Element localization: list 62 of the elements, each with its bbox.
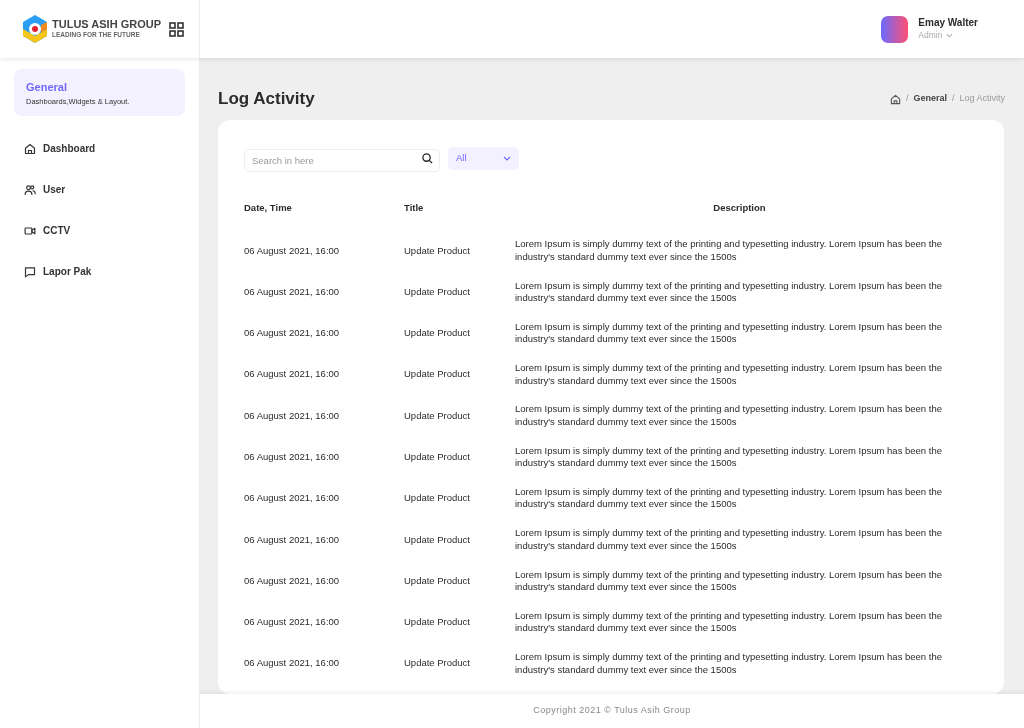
table-cell-text: 06 August 2021, 16:00	[244, 243, 341, 258]
brand-name: TULUS ASIH GROUP	[52, 18, 161, 31]
avatar	[881, 15, 909, 43]
search-icon	[422, 153, 433, 164]
breadcrumb-current: Log Activity	[959, 92, 1005, 106]
table-cell-text: 06 August 2021, 16:00	[244, 615, 341, 630]
table-cell-text: 06 August 2021, 16:00	[244, 573, 341, 588]
table-cell-text: Update Product	[404, 491, 471, 506]
home-icon	[24, 142, 36, 155]
table-cell-text: Lorem Ipsum is simply dummy text of the printing and typesetting industry. Lorem Ipsum has been the industry's standard dummy text ever since the 1500s	[515, 238, 943, 263]
table-cell-text: Lorem Ipsum is simply dummy text of the printing and typesetting industry. Lorem Ipsum has been the industry's standard dummy text ever since the 1500s	[515, 568, 943, 594]
table-cell-text: 06 August 2021, 16:00	[244, 408, 341, 423]
home-icon[interactable]	[889, 93, 901, 105]
table-cell-text: 06 August 2021, 16:00	[244, 284, 341, 299]
video-camera-icon	[24, 224, 36, 237]
table-cell-text: Lorem Ipsum is simply dummy text of the printing and typesetting industry. Lorem Ipsum has been the industry's standard dummy text ever since the 1500s	[515, 444, 943, 470]
table-cell-text: 06 August 2021, 16:00	[244, 326, 341, 341]
chat-icon	[24, 265, 36, 278]
copyright-text: Copyright 2021 © Tulus Asih Group	[533, 704, 691, 718]
table-cell-text: Lorem Ipsum is simply dummy text of the printing and typesetting industry. Lorem Ipsum has been the industry's standard dummy text ever since the 1500s	[515, 320, 943, 346]
table-cell-text: 06 August 2021, 16:00	[244, 450, 341, 464]
table-cell-text: 06 August 2021, 16:00	[244, 491, 341, 506]
users-icon	[24, 183, 36, 196]
table-cell-text: Update Product	[404, 408, 471, 423]
section-title: General	[26, 80, 68, 95]
table-cell-text: 06 August 2021, 16:00	[244, 532, 341, 547]
sidebar-item[interactable]: CCTV	[14, 210, 185, 251]
table-cell-text: Lorem Ipsum is simply dummy text of the printing and typesetting industry. Lorem Ipsum has been the industry's standard dummy text ever since the 1500s	[515, 403, 943, 429]
table-cell-text: Update Product	[404, 615, 471, 630]
table-cell-text: 06 August 2021, 16:00	[244, 367, 341, 382]
table-cell-text: Update Product	[404, 656, 471, 671]
table-cell-text: Update Product	[404, 573, 471, 588]
grid-icon[interactable]	[169, 21, 184, 37]
breadcrumb-separator: /	[951, 92, 955, 106]
filter-dropdown[interactable]: All	[448, 147, 519, 170]
table-cell-text: Update Product	[404, 450, 471, 464]
table-cell-text: Lorem Ipsum is simply dummy text of the printing and typesetting industry. Lorem Ipsum has been the industry's standard dummy text ever since the 1500s	[515, 486, 943, 511]
table-cell-text: 06 August 2021, 16:00	[244, 656, 341, 671]
page-title: Log Activity	[218, 88, 315, 110]
chevron-down-icon	[503, 156, 511, 161]
sidebar-item[interactable]: Lapor Pak	[14, 251, 185, 292]
table-cell-text: Update Product	[404, 243, 471, 258]
table-cell-text: Lorem Ipsum is simply dummy text of the printing and typesetting industry. Lorem Ipsum has been the industry's standard dummy text ever since the 1500s	[515, 527, 943, 553]
breadcrumb-link[interactable]: General	[913, 92, 947, 106]
column-header: Date, Time	[244, 200, 293, 215]
sidebar-item[interactable]: User	[14, 169, 185, 210]
breadcrumb-separator: /	[905, 92, 909, 106]
column-header: Title	[404, 200, 425, 215]
logo-icon	[22, 14, 48, 44]
table-cell-text: Lorem Ipsum is simply dummy text of the printing and typesetting industry. Lorem Ipsum has been the industry's standard dummy text ever since the 1500s	[515, 651, 943, 676]
table-cell-text: Lorem Ipsum is simply dummy text of the printing and typesetting industry. Lorem Ipsum has been the industry's standard dummy text ever since the 1500s	[515, 609, 943, 635]
table-cell-text: Update Product	[404, 284, 471, 299]
table-cell-text: Update Product	[404, 532, 471, 547]
table-cell-text: Update Product	[404, 326, 471, 341]
chevron-down-icon	[946, 32, 954, 38]
table-cell-text: Lorem Ipsum is simply dummy text of the printing and typesetting industry. Lorem Ipsum has been the industry's standard dummy text ever since the 1500s	[515, 362, 943, 387]
user-name: Emay Walter	[918, 16, 978, 29]
table-cell-text: Update Product	[404, 367, 471, 382]
column-header: Description	[712, 201, 767, 215]
search-field[interactable]: Search in here	[244, 149, 440, 172]
table-cell-text: Lorem Ipsum is simply dummy text of the printing and typesetting industry. Lorem Ipsum has been the industry's standard dummy text ever since the 1500s	[515, 279, 943, 305]
sidebar-item[interactable]: Dashboard	[14, 128, 185, 169]
